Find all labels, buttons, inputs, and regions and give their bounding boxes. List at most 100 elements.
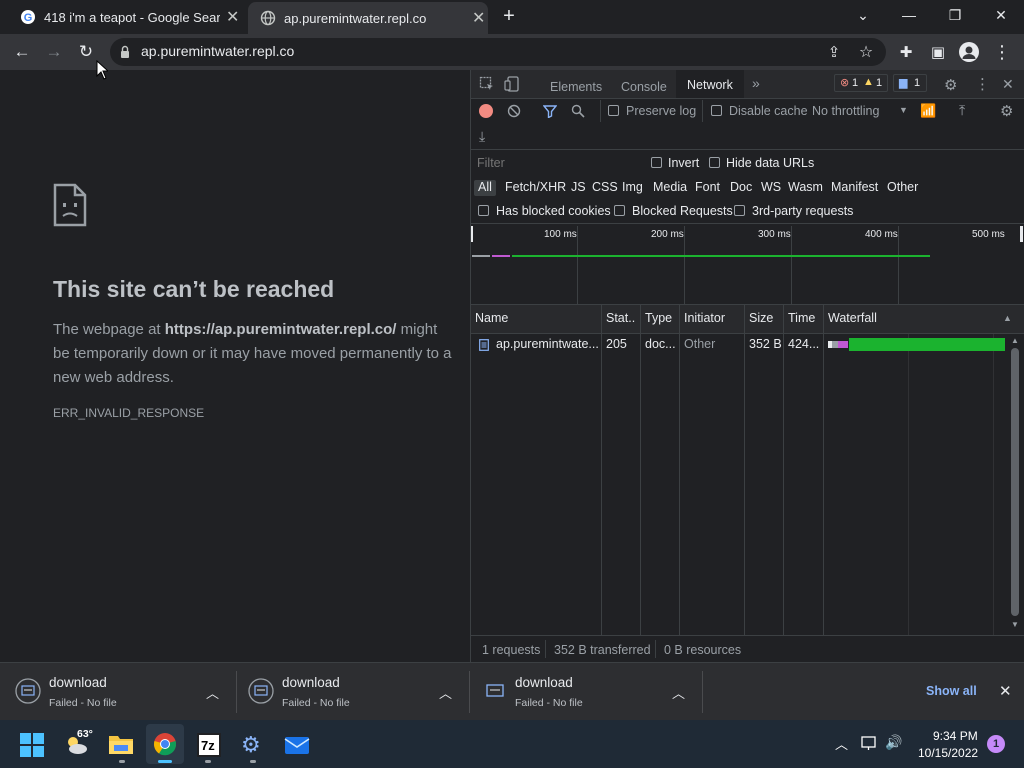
table-row[interactable]: ap.puremintwate... 205 doc... Other 352 … bbox=[471, 334, 1007, 355]
invert-checkbox[interactable] bbox=[651, 157, 662, 168]
share-icon[interactable]: ⇪ bbox=[822, 41, 846, 63]
volume-icon[interactable]: 🔊 bbox=[885, 734, 902, 751]
filter-type-all[interactable]: All bbox=[474, 180, 496, 196]
chevron-up-icon[interactable]: ︿ bbox=[206, 683, 219, 702]
filter-type-ws[interactable]: WS bbox=[757, 180, 785, 196]
issues-counter[interactable]: ⊗ 1 ▲ 1 bbox=[834, 74, 888, 92]
export-har-icon[interactable]: ⤓ bbox=[479, 128, 485, 145]
url-text[interactable]: ap.puremintwater.repl.co bbox=[141, 43, 294, 59]
filter-type-manifest[interactable]: Manifest bbox=[827, 180, 882, 196]
scroll-up-icon[interactable]: ▲ bbox=[1011, 336, 1019, 345]
weather-widget[interactable]: 63° bbox=[64, 728, 94, 758]
forward-icon[interactable]: → bbox=[42, 41, 66, 63]
sort-ascending-icon[interactable]: ▲ bbox=[1003, 313, 1012, 323]
filter-type-label: WS bbox=[761, 180, 782, 194]
extensions-icon[interactable]: ✚ bbox=[894, 41, 918, 63]
tab-search-icon[interactable]: ⌄ bbox=[840, 0, 886, 30]
filter-icon[interactable] bbox=[542, 104, 558, 119]
throttling-select[interactable]: No throttling ▼ bbox=[806, 100, 912, 122]
tab-google-search[interactable]: G 418 i'm a teapot - Google Search ✕ bbox=[12, 0, 248, 34]
close-window-icon[interactable]: ✕ bbox=[978, 0, 1024, 30]
mail-icon[interactable] bbox=[284, 734, 310, 756]
notification-badge[interactable]: 1 bbox=[987, 735, 1005, 753]
filter-type-js[interactable]: JS bbox=[567, 180, 590, 196]
filter-type-img[interactable]: Img bbox=[618, 180, 647, 196]
has-blocked-cookies-checkbox[interactable] bbox=[478, 205, 489, 216]
side-panel-icon[interactable]: ▣ bbox=[926, 41, 950, 63]
download-item[interactable]: download Failed - No file ︿ bbox=[0, 663, 236, 720]
filter-type-css[interactable]: CSS bbox=[588, 180, 622, 196]
waterfall-bar-ssl bbox=[838, 341, 848, 348]
chevron-up-icon[interactable]: ︿ bbox=[672, 683, 685, 702]
windows-start-icon[interactable] bbox=[20, 733, 44, 757]
show-hidden-icons-icon[interactable]: ︿ bbox=[835, 734, 848, 753]
record-icon[interactable] bbox=[479, 104, 493, 118]
devtools-menu-icon[interactable]: ⋮ bbox=[975, 75, 990, 93]
close-shelf-icon[interactable]: ✕ bbox=[999, 682, 1012, 700]
hide-data-urls-checkbox[interactable] bbox=[709, 157, 720, 168]
import-har-icon[interactable]: ⤒ bbox=[959, 102, 965, 119]
chevron-up-icon[interactable]: ︿ bbox=[439, 683, 452, 702]
column-header-initiator[interactable]: Initiator bbox=[684, 311, 725, 325]
restore-icon[interactable]: ❐ bbox=[932, 0, 978, 30]
network-conditions-icon[interactable]: 📶 bbox=[920, 103, 936, 119]
more-tabs-icon[interactable]: » bbox=[752, 75, 760, 91]
timeline-handle-right[interactable] bbox=[1020, 226, 1023, 242]
tab-repl-site[interactable]: ap.puremintwater.repl.co ✕ bbox=[248, 2, 488, 34]
inspect-element-icon[interactable] bbox=[479, 76, 495, 92]
network-settings-icon[interactable]: ⚙ bbox=[1000, 102, 1013, 120]
column-header-type[interactable]: Type bbox=[645, 311, 672, 325]
filter-type-font[interactable]: Font bbox=[691, 180, 724, 196]
back-icon[interactable]: ← bbox=[10, 41, 34, 63]
devtools-settings-icon[interactable]: ⚙ bbox=[944, 76, 957, 94]
devtools-tab-console[interactable]: Console bbox=[621, 78, 667, 96]
column-header-waterfall[interactable]: Waterfall bbox=[828, 311, 877, 325]
clear-icon[interactable] bbox=[507, 104, 521, 118]
clock-time[interactable]: 9:34 PM bbox=[933, 729, 978, 743]
messages-counter[interactable]: ▆ 1 bbox=[893, 74, 927, 92]
menu-kebab-icon[interactable]: ⋮ bbox=[990, 41, 1014, 63]
devtools-tab-network[interactable]: Network bbox=[676, 70, 744, 98]
lock-icon[interactable] bbox=[119, 45, 131, 59]
new-tab-icon[interactable]: + bbox=[498, 5, 520, 27]
minimize-icon[interactable]: — bbox=[886, 0, 932, 30]
table-scrollbar[interactable]: ▲ ▼ bbox=[1008, 334, 1022, 634]
column-header-size[interactable]: Size bbox=[749, 311, 773, 325]
filter-type-wasm[interactable]: Wasm bbox=[784, 180, 827, 196]
close-tab-icon[interactable]: ✕ bbox=[472, 8, 485, 28]
filter-input[interactable] bbox=[472, 153, 632, 173]
network-icon[interactable] bbox=[861, 735, 879, 751]
device-toolbar-icon[interactable] bbox=[504, 76, 522, 92]
preserve-log-checkbox[interactable] bbox=[608, 105, 619, 116]
reload-icon[interactable]: ↻ bbox=[74, 41, 98, 63]
search-icon[interactable] bbox=[571, 104, 585, 118]
running-indicator bbox=[250, 760, 256, 763]
bookmark-star-icon[interactable]: ☆ bbox=[854, 41, 878, 63]
show-all-downloads-link[interactable]: Show all bbox=[926, 684, 977, 698]
chrome-icon[interactable] bbox=[153, 732, 177, 756]
filter-type-media[interactable]: Media bbox=[649, 180, 691, 196]
seven-zip-icon[interactable]: 7z bbox=[197, 733, 221, 757]
download-item[interactable]: download Failed - No file ︿ bbox=[470, 663, 702, 720]
scroll-down-icon[interactable]: ▼ bbox=[1011, 620, 1019, 629]
download-item[interactable]: download Failed - No file ︿ bbox=[237, 663, 469, 720]
scrollbar-thumb[interactable] bbox=[1011, 348, 1019, 616]
devtools-tab-elements[interactable]: Elements bbox=[550, 78, 602, 96]
file-explorer-icon[interactable] bbox=[108, 733, 134, 757]
timeline-gridline bbox=[684, 226, 685, 304]
filter-type-doc[interactable]: Doc bbox=[726, 180, 756, 196]
settings-gear-icon[interactable]: ⚙ bbox=[241, 733, 265, 757]
clock-date[interactable]: 10/15/2022 bbox=[918, 746, 978, 760]
column-header-status[interactable]: Stat.. bbox=[606, 311, 635, 325]
third-party-checkbox[interactable] bbox=[734, 205, 745, 216]
column-header-time[interactable]: Time bbox=[788, 311, 815, 325]
timeline-handle-left[interactable] bbox=[471, 226, 473, 242]
profile-avatar-icon[interactable] bbox=[959, 42, 979, 62]
filter-type-other[interactable]: Other bbox=[883, 180, 922, 196]
disable-cache-checkbox[interactable] bbox=[711, 105, 722, 116]
column-header-name[interactable]: Name bbox=[475, 311, 508, 325]
blocked-requests-checkbox[interactable] bbox=[614, 205, 625, 216]
devtools-close-icon[interactable]: ✕ bbox=[1002, 76, 1014, 93]
filter-type-fetch-xhr[interactable]: Fetch/XHR bbox=[501, 180, 570, 196]
close-tab-icon[interactable]: ✕ bbox=[226, 7, 239, 27]
